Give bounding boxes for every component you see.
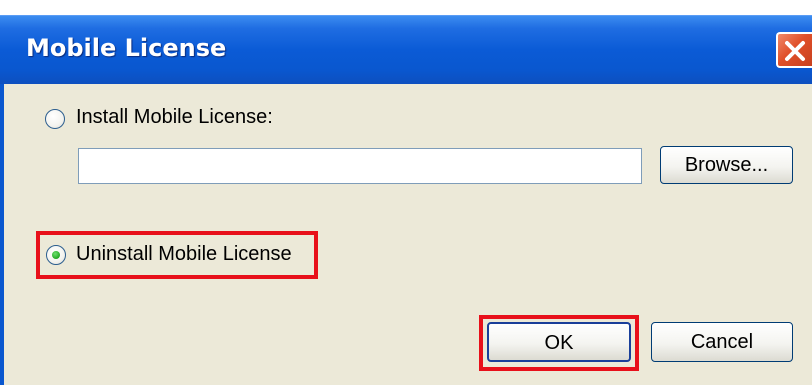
- title-bar[interactable]: Mobile License: [0, 15, 812, 84]
- browse-button-label: Browse...: [684, 154, 769, 176]
- top-strip: [0, 0, 812, 15]
- dialog-title: Mobile License: [26, 34, 227, 62]
- license-path-input[interactable]: [78, 148, 642, 184]
- uninstall-license-radio[interactable]: [46, 245, 66, 265]
- cancel-button-label: Cancel: [690, 331, 754, 353]
- radio-selected-dot: [52, 251, 60, 259]
- mobile-license-dialog: Mobile License Install Mobile License: B…: [0, 0, 812, 385]
- ok-button[interactable]: OK: [487, 322, 631, 362]
- uninstall-license-label: Uninstall Mobile License: [76, 243, 292, 265]
- browse-button[interactable]: Browse...: [660, 146, 793, 184]
- ok-button-label: OK: [544, 332, 574, 354]
- install-license-radio[interactable]: [45, 109, 65, 129]
- install-license-label: Install Mobile License:: [76, 106, 273, 128]
- close-button[interactable]: [776, 32, 812, 68]
- close-icon: [785, 41, 805, 61]
- cancel-button[interactable]: Cancel: [651, 322, 793, 362]
